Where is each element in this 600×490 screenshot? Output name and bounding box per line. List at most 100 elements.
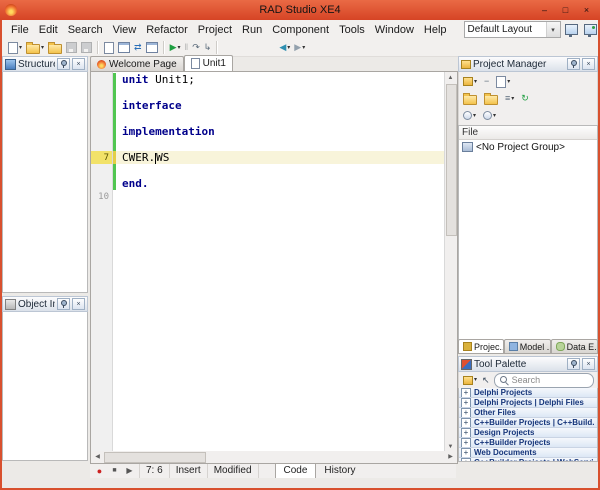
expand-plus-icon[interactable]: + (461, 458, 471, 462)
tab-model-view[interactable]: Model ... (504, 339, 551, 354)
pm-build-config-button[interactable]: ▾ (461, 108, 478, 123)
new-items-button[interactable]: ▾ (6, 40, 24, 56)
macro-stop-button[interactable]: ■ (108, 464, 121, 477)
menu-item-tools[interactable]: Tools (334, 22, 370, 38)
palette-category[interactable]: +C++Builder Projects | C++Build... (459, 418, 597, 428)
trace-into-button[interactable]: ↳ (202, 40, 214, 56)
save-desktop-button[interactable] (564, 22, 580, 38)
tab-project-manager[interactable]: Projec... (458, 339, 504, 354)
pm-new-button[interactable]: ▾ (461, 74, 479, 89)
expand-plus-icon[interactable]: + (461, 448, 471, 458)
palette-category[interactable]: +Delphi Projects (459, 388, 597, 398)
tool-palette-header[interactable]: Tool Palette × (458, 356, 598, 372)
expand-plus-icon[interactable]: + (461, 398, 471, 408)
vscroll-thumb[interactable] (446, 84, 457, 236)
pin-button[interactable] (57, 58, 70, 70)
structure-panel-header[interactable]: Structure × (2, 56, 88, 72)
chevron-down-icon[interactable]: ▾ (546, 22, 560, 37)
pm-sync-button[interactable]: ↻ (519, 91, 531, 106)
browse-forward-button[interactable]: ▶▾ (292, 40, 307, 56)
close-panel-button[interactable]: × (72, 58, 85, 70)
expand-plus-icon[interactable]: + (461, 408, 471, 418)
view-forms-button[interactable] (116, 40, 132, 56)
menu-item-search[interactable]: Search (63, 22, 108, 38)
close-button[interactable]: × (577, 2, 596, 17)
expand-plus-icon[interactable]: + (461, 438, 471, 448)
menu-item-help[interactable]: Help (419, 22, 452, 38)
pin-button[interactable] (567, 58, 580, 70)
maximize-button[interactable]: □ (556, 2, 575, 17)
hscroll-thumb[interactable] (104, 452, 206, 463)
tab-unit1[interactable]: Unit1 (184, 55, 233, 71)
pm-platform-button[interactable]: ▾ (481, 108, 498, 123)
set-debug-desktop-button[interactable] (582, 22, 598, 38)
menu-item-refactor[interactable]: Refactor (141, 22, 193, 38)
run-button[interactable]: ▶▾ (168, 40, 183, 56)
structure-panel-body[interactable] (2, 72, 88, 293)
browse-back-button[interactable]: ◀▾ (277, 40, 292, 56)
history-tab[interactable]: History (316, 463, 363, 478)
scroll-left-button[interactable]: ◀ (92, 451, 103, 462)
code-editor[interactable]: 7 10 unit Unit1; interface implementatio… (90, 71, 458, 453)
close-panel-button[interactable]: × (72, 298, 85, 310)
macro-record-button[interactable]: ● (93, 464, 106, 477)
toggle-form-unit-button[interactable]: ⇄ (132, 40, 144, 56)
pin-button[interactable] (567, 358, 580, 370)
scroll-right-button[interactable]: ▶ (445, 451, 456, 462)
editor-hscrollbar[interactable]: ◀ ▶ (90, 451, 458, 464)
object-inspector-body[interactable] (2, 312, 88, 461)
step-over-button[interactable]: ↷ (190, 40, 202, 56)
menu-item-run[interactable]: Run (237, 22, 267, 38)
tab-welcome-page[interactable]: Welcome Page (90, 56, 184, 71)
project-tree[interactable]: File <No Project Group> (458, 125, 598, 341)
expand-plus-icon[interactable]: + (461, 428, 471, 438)
palette-category[interactable]: +Other Files (459, 408, 597, 418)
close-panel-button[interactable]: × (582, 358, 595, 370)
pause-button[interactable]: ‖ (183, 40, 191, 56)
macro-play-button[interactable]: ▶ (123, 464, 136, 477)
palette-search-input[interactable] (512, 375, 588, 385)
menu-item-component[interactable]: Component (267, 22, 334, 38)
palette-category[interactable]: +Delphi Projects | Delphi Files (459, 398, 597, 408)
scroll-up-button[interactable]: ▲ (445, 72, 456, 83)
desktop-layout-combo[interactable]: Default Layout ▾ (464, 21, 561, 38)
object-inspector-header[interactable]: Object In... × (2, 296, 88, 312)
pm-add-button[interactable]: ▾ (494, 74, 512, 89)
pin-button[interactable] (57, 298, 70, 310)
tab-data-explorer[interactable]: Data E... (551, 339, 598, 354)
palette-category[interactable]: +Design Projects (459, 428, 597, 438)
no-project-group-item[interactable]: <No Project Group> (459, 140, 597, 154)
tp-categories-button[interactable]: ▾ (462, 373, 478, 387)
pm-activate-button[interactable] (461, 91, 479, 106)
expand-plus-icon[interactable]: + (461, 418, 471, 428)
editor-vscrollbar[interactable]: ▲ ▼ (444, 72, 457, 452)
view-units-button[interactable] (102, 40, 116, 56)
open-file-button[interactable]: ▾ (24, 40, 46, 56)
expand-plus-icon[interactable]: + (461, 388, 471, 398)
pm-remove-button[interactable]: − (482, 74, 491, 89)
pm-folders-button[interactable] (482, 91, 500, 106)
save-all-button[interactable] (79, 40, 94, 56)
palette-category[interactable]: +Web Documents (459, 448, 597, 458)
code-area[interactable]: unit Unit1; interface implementation CWE… (113, 72, 444, 452)
pm-view-list-button[interactable]: ≡▾ (503, 91, 516, 106)
title-bar[interactable]: RAD Studio XE4 – □ × (0, 0, 600, 20)
tp-pointer-button[interactable]: ↖ (481, 373, 491, 387)
project-manager-header[interactable]: Project Manager × (458, 56, 598, 72)
palette-category[interactable]: +C++Builder Projects (459, 438, 597, 448)
menu-item-view[interactable]: View (108, 22, 142, 38)
new-form-button[interactable] (144, 40, 160, 56)
minimize-button[interactable]: – (535, 2, 554, 17)
pm-toolbar-row: ▾ ▾ (461, 107, 595, 124)
close-panel-button[interactable]: × (582, 58, 595, 70)
menu-item-edit[interactable]: Edit (34, 22, 63, 38)
open-project-button[interactable] (46, 40, 64, 56)
file-column-header[interactable]: File (459, 126, 597, 140)
menu-item-project[interactable]: Project (193, 22, 237, 38)
palette-category[interactable]: +C++Builder Projects | WebServi... (459, 458, 597, 462)
save-button[interactable] (64, 40, 79, 56)
menu-item-file[interactable]: File (6, 22, 34, 38)
code-tab[interactable]: Code (275, 463, 317, 478)
menu-item-window[interactable]: Window (370, 22, 419, 38)
palette-search-box[interactable] (494, 373, 594, 388)
